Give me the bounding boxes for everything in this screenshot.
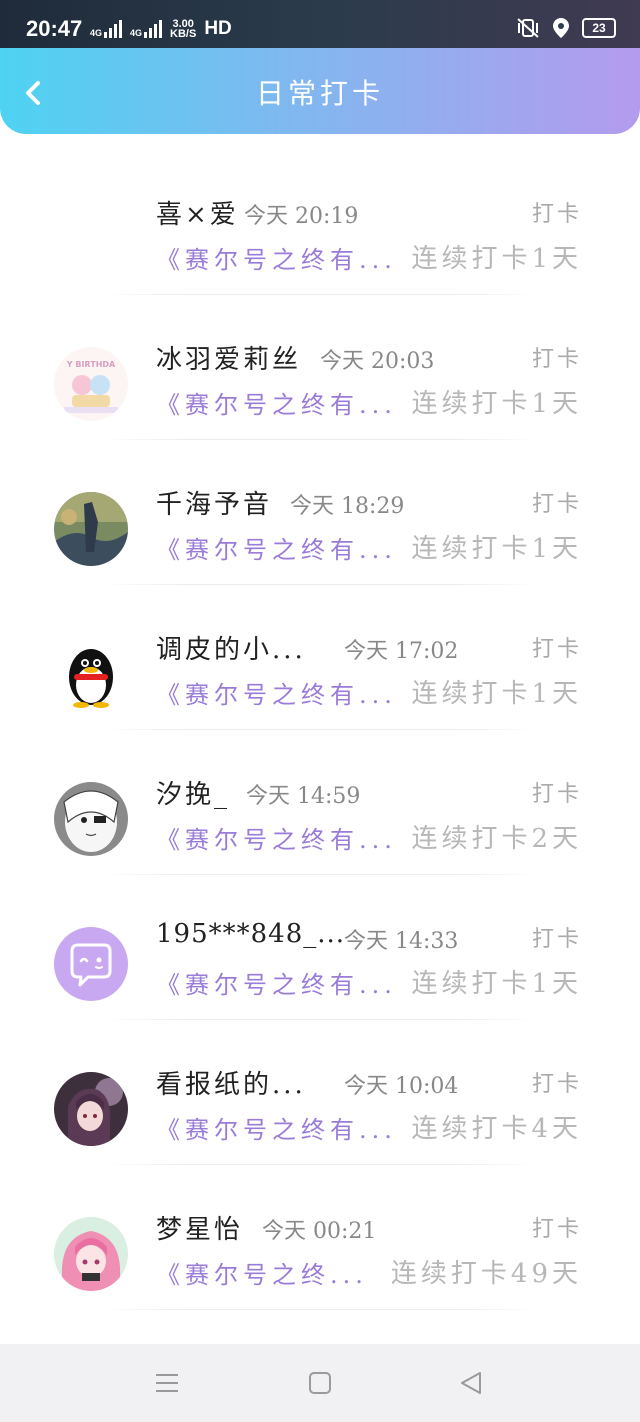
network-type-2: 4G — [130, 28, 143, 38]
page-title: 日常打卡 — [255, 77, 384, 110]
user-name: 梦星怡 — [156, 1215, 244, 1245]
user-name: 千海予音 — [156, 490, 273, 520]
system-nav-bar — [0, 1344, 640, 1422]
book-title[interactable]: 《赛尔号之终有... — [156, 675, 397, 710]
location-icon — [553, 18, 569, 38]
status-time: 20:47 — [26, 16, 83, 41]
avatar[interactable]: Y BIRTHDA — [54, 347, 128, 421]
avatar[interactable] — [54, 782, 128, 856]
list-item[interactable]: 195***848_... 今天 14:33 打卡 《赛尔号之终有... 连续打… — [0, 875, 640, 1020]
anime-dark-avatar-icon — [54, 1072, 128, 1146]
list-item[interactable]: 千海予音 今天 18:29 打卡 《赛尔号之终有... 连续打卡1天 — [0, 440, 640, 585]
list-item[interactable]: Y BIRTHDA 冰羽爱莉丝 今天 20:03 打卡 《赛尔号之终有... 连… — [0, 295, 640, 440]
checkin-time: 今天 14:59 — [246, 784, 361, 809]
menu-button[interactable] — [152, 1368, 182, 1398]
streak-count: 连续打卡1天 — [411, 534, 582, 564]
checkin-time: 今天 18:29 — [290, 494, 405, 519]
checkin-action: 打卡 — [531, 492, 582, 517]
status-right: 23 — [516, 17, 616, 39]
book-title[interactable]: 《赛尔号之终有... — [156, 1110, 397, 1145]
painting-avatar-icon — [54, 492, 128, 566]
anime-pink-avatar-icon — [54, 1217, 128, 1291]
list-item[interactable]: 调皮的小... 今天 17:02 打卡 《赛尔号之终有... 连续打卡1天 — [0, 585, 640, 730]
checkin-action: 打卡 — [531, 202, 582, 227]
avatar[interactable] — [54, 492, 128, 566]
network-type-1: 4G — [90, 28, 103, 38]
birthday-cartoon-avatar-icon: Y BIRTHDA — [54, 347, 128, 421]
checkin-time: 今天 20:19 — [244, 204, 359, 229]
streak-count: 连续打卡1天 — [411, 244, 582, 274]
speed-unit: KB/S — [170, 28, 197, 40]
menu-icon — [156, 1374, 178, 1392]
signal-2: 4G — [130, 20, 163, 38]
book-title[interactable]: 《赛尔号之终有... — [156, 240, 397, 275]
checkin-action: 打卡 — [531, 347, 582, 372]
book-title[interactable]: 《赛尔号之终有... — [156, 820, 397, 855]
home-button[interactable] — [305, 1368, 335, 1398]
book-title[interactable]: 《赛尔号之终有... — [156, 965, 397, 1000]
square-home-icon — [309, 1372, 331, 1394]
checkin-time: 今天 10:04 — [344, 1074, 459, 1099]
checkin-list: 喜×爱 今天 20:19 打卡 《赛尔号之终有... 连续打卡1天 Y BIRT… — [0, 150, 640, 1310]
streak-count: 连续打卡4天 — [411, 1114, 582, 1144]
list-item[interactable]: 喜×爱 今天 20:19 打卡 《赛尔号之终有... 连续打卡1天 — [0, 150, 640, 295]
divider — [100, 1309, 540, 1310]
checkin-time: 今天 00:21 — [262, 1219, 377, 1244]
checkin-action: 打卡 — [531, 1217, 582, 1242]
user-name: 195***848_... — [156, 919, 346, 949]
user-name: 看报纸的... — [156, 1070, 306, 1100]
streak-count: 连续打卡1天 — [411, 969, 582, 999]
book-title[interactable]: 《赛尔号之终... — [156, 1255, 368, 1290]
checkin-action: 打卡 — [531, 927, 582, 952]
user-name: 汐挽_ — [156, 780, 231, 810]
signal-bars-icon — [144, 20, 163, 38]
user-name: 冰羽爱莉丝 — [156, 345, 302, 375]
book-title[interactable]: 《赛尔号之终有... — [156, 530, 397, 565]
checkin-time: 今天 17:02 — [344, 639, 459, 664]
network-speed: 3.00 KB/S — [170, 19, 197, 40]
checkin-action: 打卡 — [531, 782, 582, 807]
avatar[interactable] — [54, 637, 128, 711]
signal-group: 4G 4G 3.00 KB/S HD — [90, 18, 232, 40]
avatar[interactable] — [54, 927, 128, 1001]
book-title[interactable]: 《赛尔号之终有... — [156, 385, 397, 420]
anime-sketch-avatar-icon — [54, 782, 128, 856]
checkin-time: 今天 14:33 — [344, 929, 459, 954]
hd-indicator: HD — [204, 18, 232, 39]
signal-bars-icon — [104, 20, 123, 38]
battery-indicator: 23 — [582, 18, 616, 38]
signal-1: 4G — [90, 20, 123, 38]
triangle-back-icon — [461, 1372, 481, 1394]
list-item[interactable]: 梦星怡 今天 00:21 打卡 《赛尔号之终... 连续打卡49天 — [0, 1165, 640, 1310]
streak-count: 连续打卡1天 — [411, 679, 582, 709]
list-item[interactable]: 看报纸的... 今天 10:04 打卡 《赛尔号之终有... 连续打卡4天 — [0, 1020, 640, 1165]
checkin-action: 打卡 — [531, 1072, 582, 1097]
user-name: 喜×爱 — [156, 200, 239, 230]
streak-count: 连续打卡49天 — [390, 1259, 582, 1289]
back-nav-button[interactable] — [456, 1368, 486, 1398]
avatar-text: Y BIRTHDA — [66, 360, 116, 369]
mute-vibrate-icon — [517, 18, 539, 38]
streak-count: 连续打卡2天 — [411, 824, 582, 854]
default-chat-avatar-icon — [54, 927, 128, 1001]
page-header: 日常打卡 — [0, 48, 640, 134]
checkin-time: 今天 20:03 — [320, 349, 435, 374]
list-item[interactable]: 汐挽_ 今天 14:59 打卡 《赛尔号之终有... 连续打卡2天 — [0, 730, 640, 875]
avatar[interactable] — [54, 1217, 128, 1291]
avatar[interactable] — [54, 1072, 128, 1146]
checkin-action: 打卡 — [531, 637, 582, 662]
penguin-avatar-icon — [54, 637, 128, 711]
streak-count: 连续打卡1天 — [411, 389, 582, 419]
user-name: 调皮的小... — [156, 635, 306, 665]
